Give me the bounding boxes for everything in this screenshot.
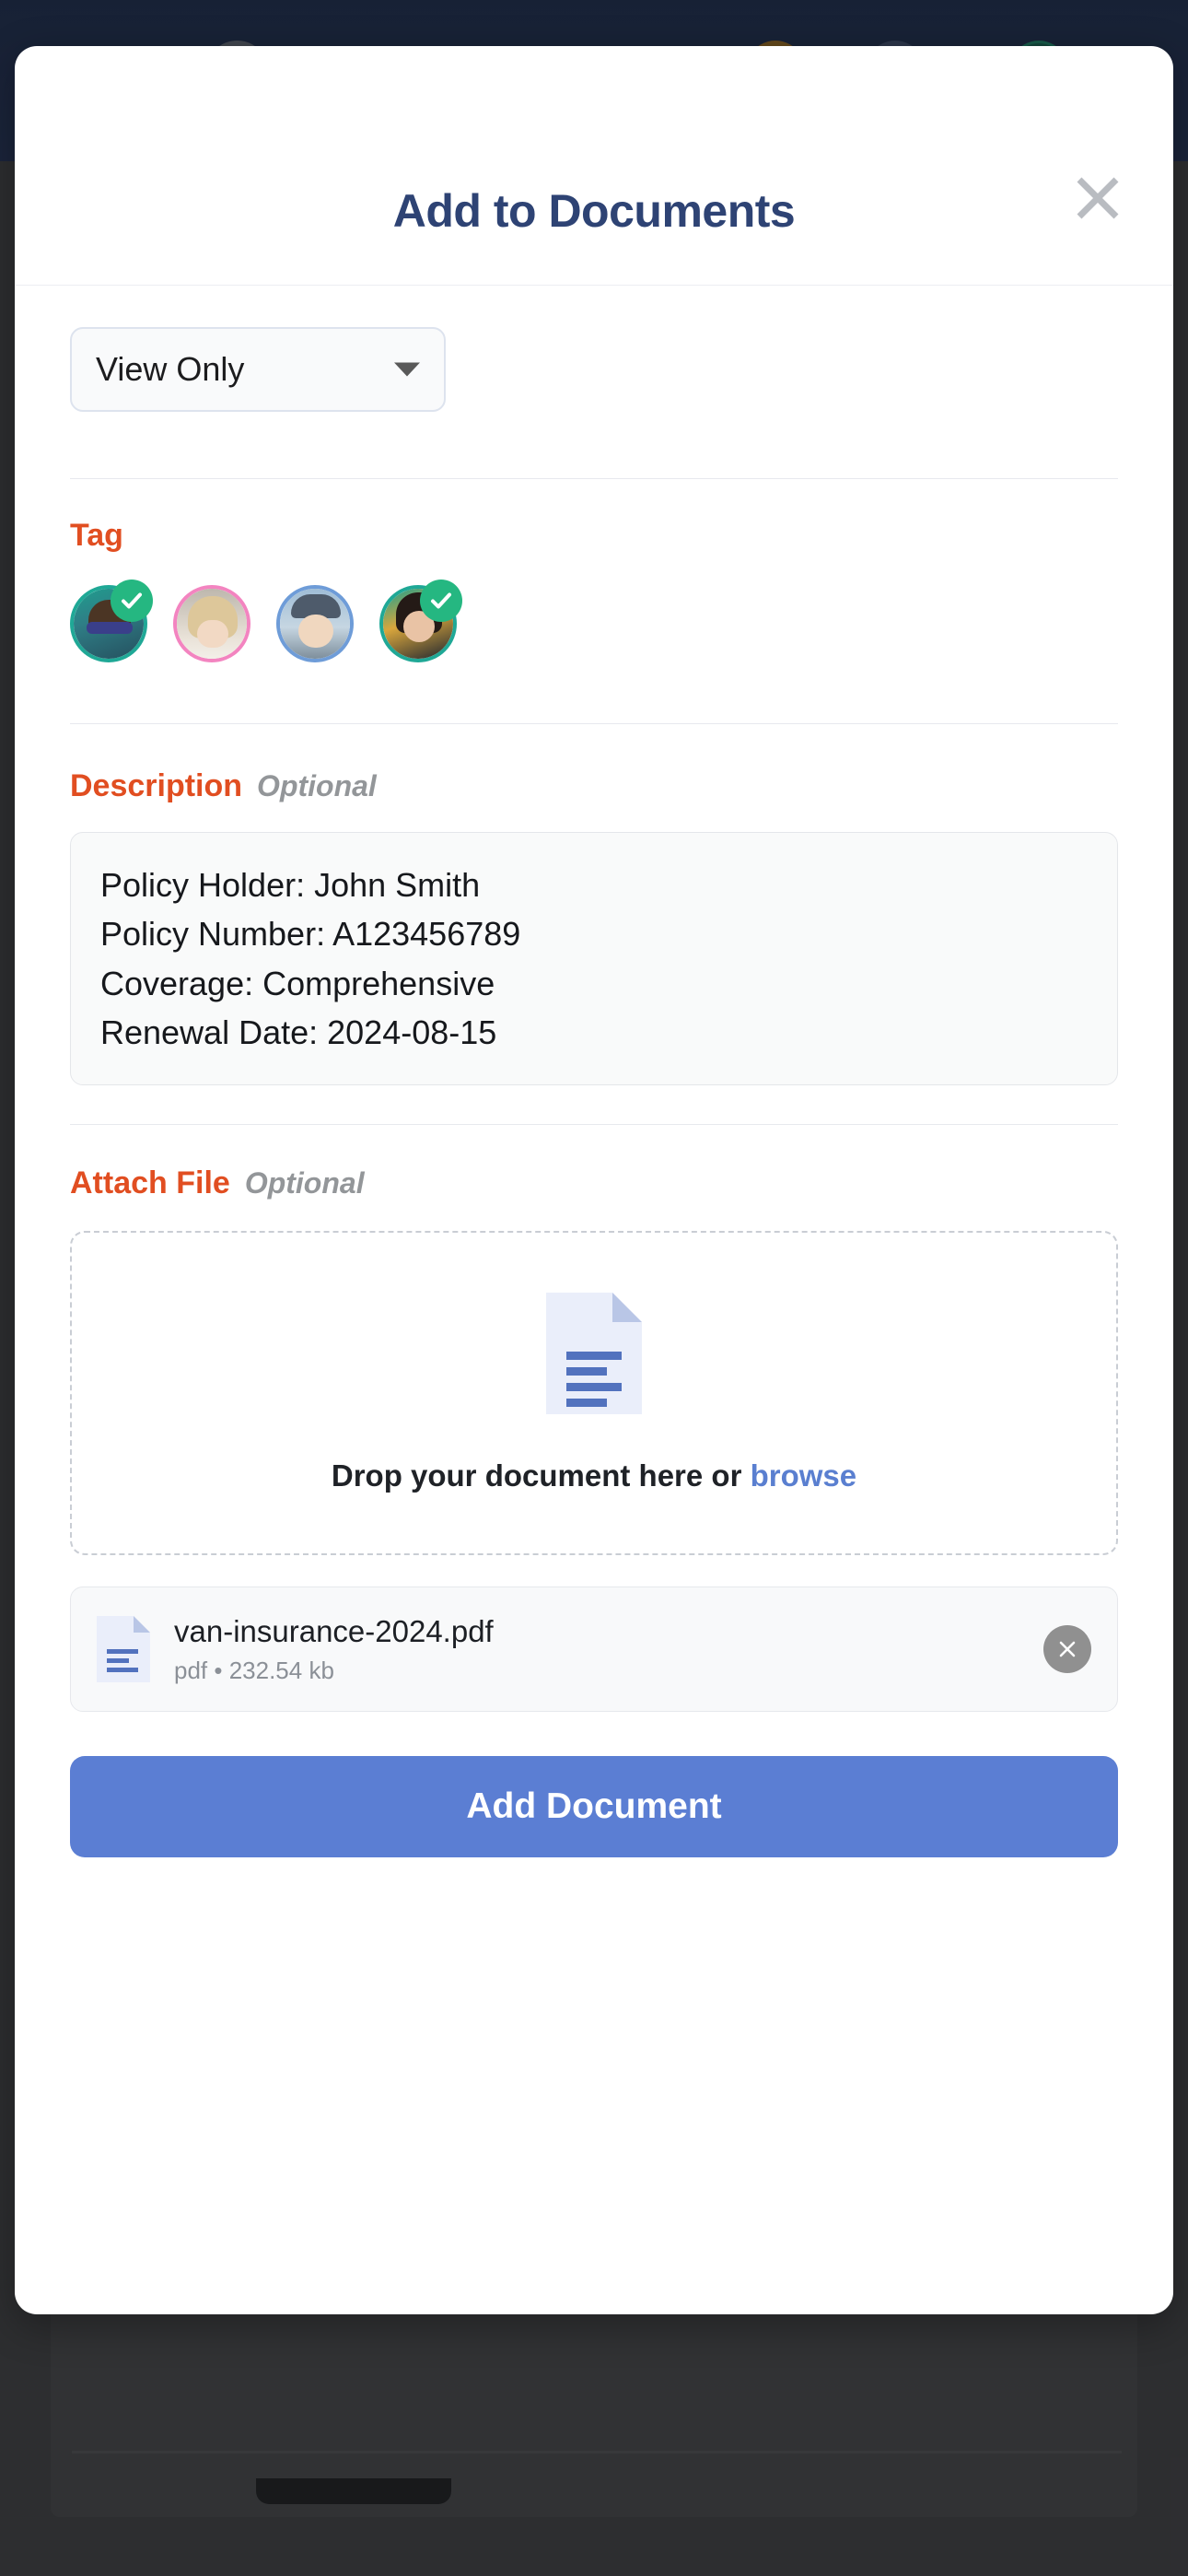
permission-select-value[interactable]: View Only	[70, 327, 446, 412]
attach-file-optional-tag: Optional	[244, 1166, 365, 1200]
description-input[interactable]: Policy Holder: John Smith Policy Number:…	[70, 832, 1118, 1086]
browse-link[interactable]: browse	[751, 1458, 857, 1493]
file-dropzone[interactable]: Drop your document here or browse	[70, 1231, 1118, 1556]
add-to-documents-modal: Add to Documents View Only Tag Descripti…	[15, 46, 1173, 2314]
tag-avatar-2[interactable]	[173, 585, 250, 662]
page-title: Add to Documents	[392, 185, 796, 237]
check-icon	[420, 580, 462, 622]
description-label: Description	[70, 768, 243, 803]
dropzone-text: Drop your document here or browse	[332, 1458, 856, 1493]
close-icon[interactable]	[1070, 170, 1125, 226]
pdf-file-icon	[97, 1616, 150, 1683]
attached-file-row: van-insurance-2024.pdf pdf • 232.54 kb	[70, 1587, 1118, 1713]
add-document-button[interactable]: Add Document	[70, 1756, 1118, 1858]
permission-select[interactable]: View Only	[70, 327, 446, 412]
attached-file-meta: van-insurance-2024.pdf pdf • 232.54 kb	[174, 1614, 1043, 1685]
description-section: Description Optional Policy Holder: John …	[70, 768, 1118, 1086]
attached-file-name: van-insurance-2024.pdf	[174, 1613, 494, 1648]
attach-file-section: Attach File Optional Drop your document h…	[70, 1165, 1118, 1858]
avatar	[276, 585, 354, 662]
tag-section: Tag	[70, 518, 1118, 670]
avatar-image	[177, 589, 247, 659]
close-circle-icon[interactable]	[1043, 1625, 1091, 1674]
check-icon	[111, 580, 153, 622]
modal-header: Add to Documents	[15, 46, 1173, 286]
close-icon-glyph	[1077, 177, 1119, 219]
attached-file-size: pdf • 232.54 kb	[174, 1656, 334, 1684]
check-icon-glyph	[122, 592, 142, 609]
tag-avatar-row	[70, 580, 1118, 670]
attach-file-label: Attach File	[70, 1165, 230, 1201]
modal-body: View Only Tag Description Optional Polic…	[15, 327, 1173, 1858]
close-circle-icon-glyph	[1059, 1641, 1076, 1657]
dropzone-instruction: Drop your document here or	[331, 1458, 751, 1493]
check-icon-glyph	[431, 592, 451, 609]
tag-avatar-4[interactable]	[379, 580, 462, 662]
avatar	[173, 585, 250, 662]
document-icon	[546, 1293, 642, 1415]
description-optional-tag: Optional	[257, 769, 377, 802]
tag-label: Tag	[70, 518, 123, 553]
tag-avatar-3[interactable]	[276, 585, 354, 662]
tag-avatar-1[interactable]	[70, 580, 153, 662]
avatar-image	[280, 589, 350, 659]
